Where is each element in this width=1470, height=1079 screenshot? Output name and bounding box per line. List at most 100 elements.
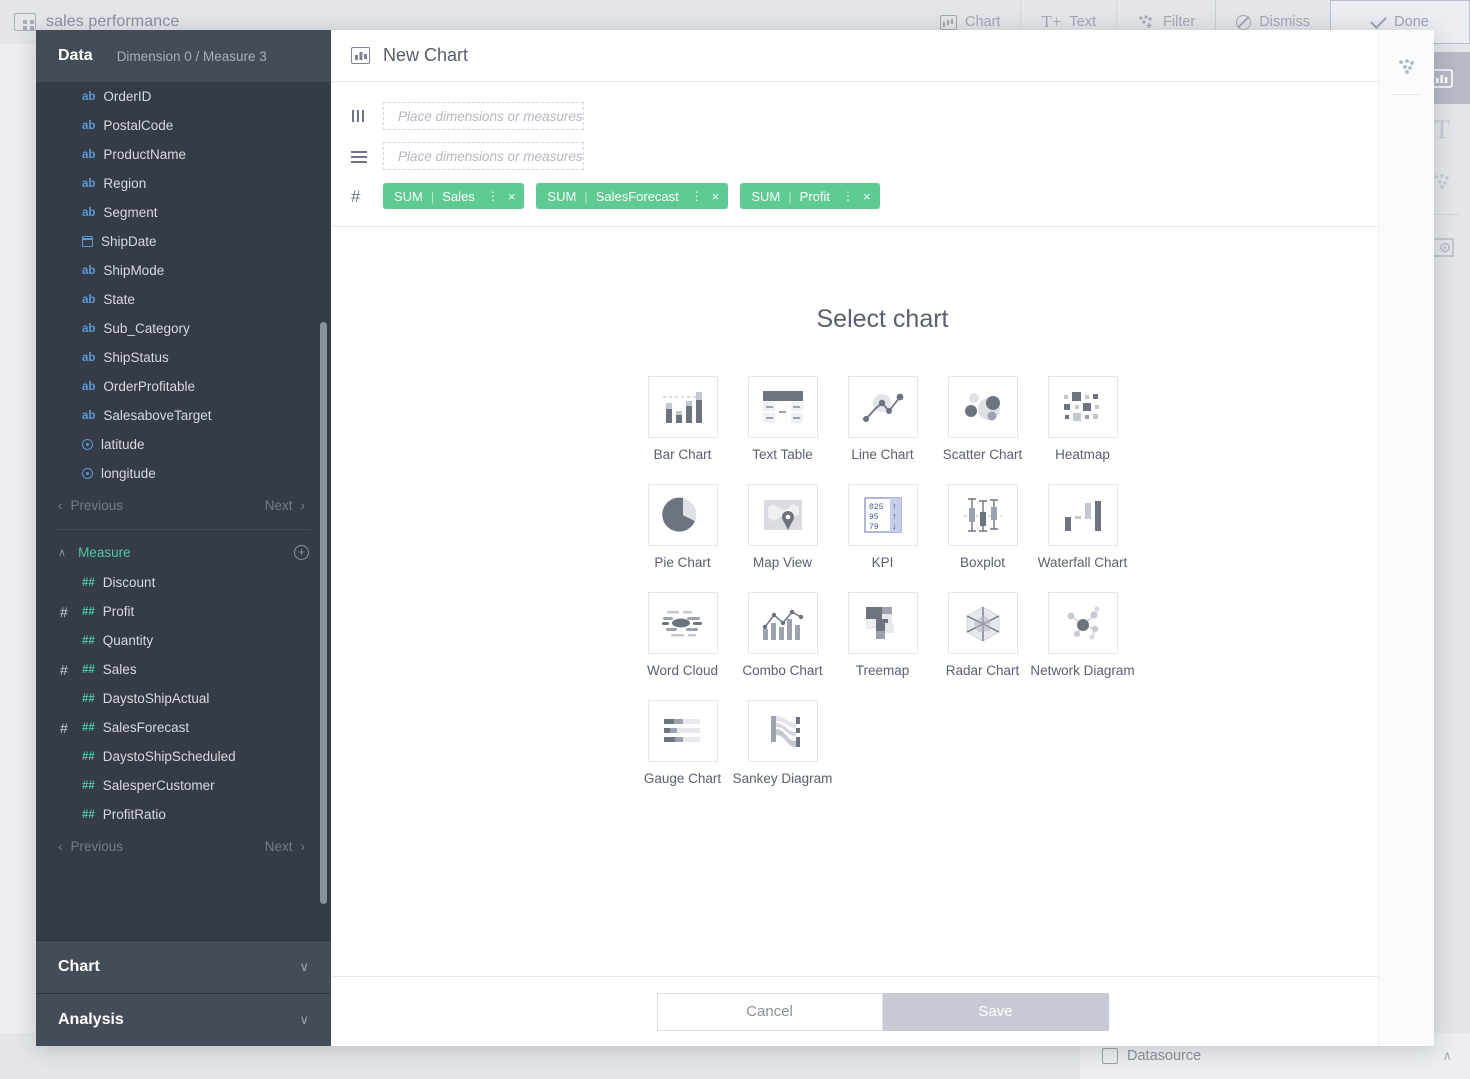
shelf-area: Place dimensions or measures Place dimen… xyxy=(331,82,1434,227)
chevron-down-icon: ∨ xyxy=(299,959,309,974)
measure-field-label: Discount xyxy=(102,575,156,590)
chart-type-cell-map-view[interactable]: Map View xyxy=(733,484,833,570)
measure-field-daystoshipscheduled[interactable]: ## DaystoShipScheduled xyxy=(36,742,331,771)
pill-remove-icon[interactable]: × xyxy=(712,189,720,204)
field-list-scroll-area[interactable]: ab OrderID ab PostalCode ab ProductName ab Regi… xyxy=(36,82,331,940)
chart-title[interactable]: New Chart xyxy=(383,45,468,66)
pill-remove-icon[interactable]: × xyxy=(863,189,871,204)
dimension-field-shipdate[interactable]: ShipDate xyxy=(36,227,331,256)
boxplot-icon[interactable] xyxy=(947,484,1018,546)
dimension-field-label: longitude xyxy=(101,466,156,481)
dimension-field-segment[interactable]: ab Segment xyxy=(36,198,331,227)
dimension-field-sub_category[interactable]: ab Sub_Category xyxy=(36,314,331,343)
bar-chart-icon[interactable] xyxy=(647,376,718,438)
dimension-next-button[interactable]: Next › xyxy=(265,498,305,513)
line-chart-icon[interactable] xyxy=(847,376,918,438)
pie-chart-icon[interactable] xyxy=(647,484,718,546)
pill-menu-icon[interactable]: ⋮ xyxy=(842,189,854,203)
measure-pill-sales[interactable]: SUM | Sales ⋮ × xyxy=(383,183,525,209)
measure-next-button[interactable]: Next › xyxy=(265,839,305,854)
radar-chart-icon[interactable] xyxy=(947,592,1018,654)
measure-group-label: Measure xyxy=(78,544,131,560)
shelf-measures[interactable]: # SUM | Sales ⋮ × SUM | SalesForecast ⋮ × SUM | Prof… xyxy=(331,176,1434,216)
svg-text:↓: ↓ xyxy=(892,521,897,531)
filter-dots-icon[interactable] xyxy=(1379,44,1435,90)
dimension-previous-button[interactable]: ‹ Previous xyxy=(58,498,123,513)
pill-remove-icon[interactable]: × xyxy=(508,189,516,204)
rows-dropzone[interactable]: Place dimensions or measures xyxy=(383,142,584,170)
save-button[interactable]: Save xyxy=(882,992,1109,1031)
measure-field-quantity[interactable]: ## Quantity xyxy=(36,626,331,655)
shelf-rows[interactable]: Place dimensions or measures xyxy=(331,136,1434,176)
chart-type-cell-sankey-diagram[interactable]: Sankey Diagram xyxy=(733,700,833,786)
pill-field-name: Sales xyxy=(442,188,475,204)
chart-type-cell-heatmap[interactable]: Heatmap xyxy=(1033,376,1133,462)
treemap-icon[interactable] xyxy=(847,592,918,654)
chart-type-cell-scatter-chart[interactable]: Scatter Chart xyxy=(933,376,1033,462)
waterfall-chart-icon[interactable] xyxy=(1047,484,1118,546)
measure-group-header[interactable]: ∧ Measure + xyxy=(36,536,331,568)
dimension-field-label: Segment xyxy=(103,205,158,220)
chart-type-cell-gauge-chart[interactable]: Gauge Chart xyxy=(633,700,733,786)
chart-type-cell-word-cloud[interactable]: Word Cloud xyxy=(633,592,733,678)
text-table-icon[interactable] xyxy=(747,376,818,438)
cancel-button[interactable]: Cancel xyxy=(656,992,883,1031)
measure-pill-profit[interactable]: SUM | Profit ⋮ × xyxy=(740,183,880,209)
word-cloud-icon[interactable] xyxy=(647,592,718,654)
accordion-analysis[interactable]: Analysis ∨ xyxy=(36,993,331,1046)
chart-type-cell-radar-chart[interactable]: Radar Chart xyxy=(933,592,1033,678)
measure-field-sales[interactable]: # ## Sales xyxy=(36,655,331,684)
measure-field-profitratio[interactable]: ## ProfitRatio xyxy=(36,800,331,829)
check-icon xyxy=(1370,11,1388,29)
map-view-icon[interactable] xyxy=(747,484,818,546)
geo-icon xyxy=(82,439,93,450)
measure-field-salespercustomer[interactable]: ## SalesperCustomer xyxy=(36,771,331,800)
dimension-field-latitude[interactable]: latitude xyxy=(36,430,331,459)
measure-previous-button[interactable]: ‹ Previous xyxy=(58,839,123,854)
combo-chart-icon[interactable] xyxy=(747,592,818,654)
dimension-field-orderprofitable[interactable]: ab OrderProfitable xyxy=(36,372,331,401)
chart-type-cell-treemap[interactable]: Treemap xyxy=(833,592,933,678)
dimension-field-shipmode[interactable]: ab ShipMode xyxy=(36,256,331,285)
dimension-field-state[interactable]: ab State xyxy=(36,285,331,314)
dimension-field-label: OrderID xyxy=(103,89,152,104)
dimension-field-productname[interactable]: ab ProductName xyxy=(36,140,331,169)
measure-field-discount[interactable]: ## Discount xyxy=(36,568,331,597)
measure-collapse-caret-icon[interactable]: ∧ xyxy=(58,546,66,559)
dimension-field-orderid[interactable]: ab OrderID xyxy=(36,82,331,111)
chart-type-cell-bar-chart[interactable]: Bar Chart xyxy=(633,376,733,462)
chart-type-cell-kpi[interactable]: 025 95 79 ↑ ↑ ↓ KPI xyxy=(833,484,933,570)
heatmap-icon[interactable] xyxy=(1047,376,1118,438)
add-measure-icon[interactable]: + xyxy=(294,544,309,560)
chart-type-cell-pie-chart[interactable]: Pie Chart xyxy=(633,484,733,570)
shelf-columns[interactable]: Place dimensions or measures xyxy=(331,96,1434,136)
dimension-field-postalcode[interactable]: ab PostalCode xyxy=(36,111,331,140)
chart-type-label: Boxplot xyxy=(959,555,1006,570)
pill-menu-icon[interactable]: ⋮ xyxy=(691,189,703,203)
chart-type-cell-combo-chart[interactable]: Combo Chart xyxy=(733,592,833,678)
sankey-diagram-icon[interactable] xyxy=(747,700,818,762)
chart-type-cell-text-table[interactable]: Text Table xyxy=(733,376,833,462)
measure-field-salesforecast[interactable]: # ## SalesForecast xyxy=(36,713,331,742)
datasource-caret-icon[interactable]: ∧ xyxy=(1442,1048,1452,1064)
chart-type-cell-boxplot[interactable]: Boxplot xyxy=(933,484,1033,570)
measure-field-profit[interactable]: # ## Profit xyxy=(36,597,331,626)
pill-menu-icon[interactable]: ⋮ xyxy=(487,189,499,203)
measure-pill-salesforecast[interactable]: SUM | SalesForecast ⋮ × xyxy=(536,183,729,209)
accordion-chart[interactable]: Chart ∨ xyxy=(36,940,331,993)
dimension-field-region[interactable]: ab Region xyxy=(36,169,331,198)
chart-type-cell-network-diagram[interactable]: Network Diagram xyxy=(1030,592,1135,678)
measure-field-daystoshipactual[interactable]: ## DaystoShipActual xyxy=(36,684,331,713)
gauge-chart-icon[interactable] xyxy=(647,700,718,762)
field-list-scrollbar[interactable] xyxy=(320,322,327,904)
chart-type-cell-waterfall-chart[interactable]: Waterfall Chart xyxy=(1033,484,1133,570)
columns-dropzone[interactable]: Place dimensions or measures xyxy=(383,102,584,130)
chart-type-cell-line-chart[interactable]: Line Chart xyxy=(833,376,933,462)
scatter-chart-icon[interactable] xyxy=(947,376,1018,438)
dimension-field-salesabovetarget[interactable]: ab SalesaboveTarget xyxy=(36,401,331,430)
dimension-field-longitude[interactable]: longitude xyxy=(36,459,331,488)
chart-type-label: Map View xyxy=(752,555,813,570)
network-diagram-icon[interactable] xyxy=(1047,592,1118,654)
dimension-field-shipstatus[interactable]: ab ShipStatus xyxy=(36,343,331,372)
kpi-icon[interactable]: 025 95 79 ↑ ↑ ↓ xyxy=(847,484,918,546)
